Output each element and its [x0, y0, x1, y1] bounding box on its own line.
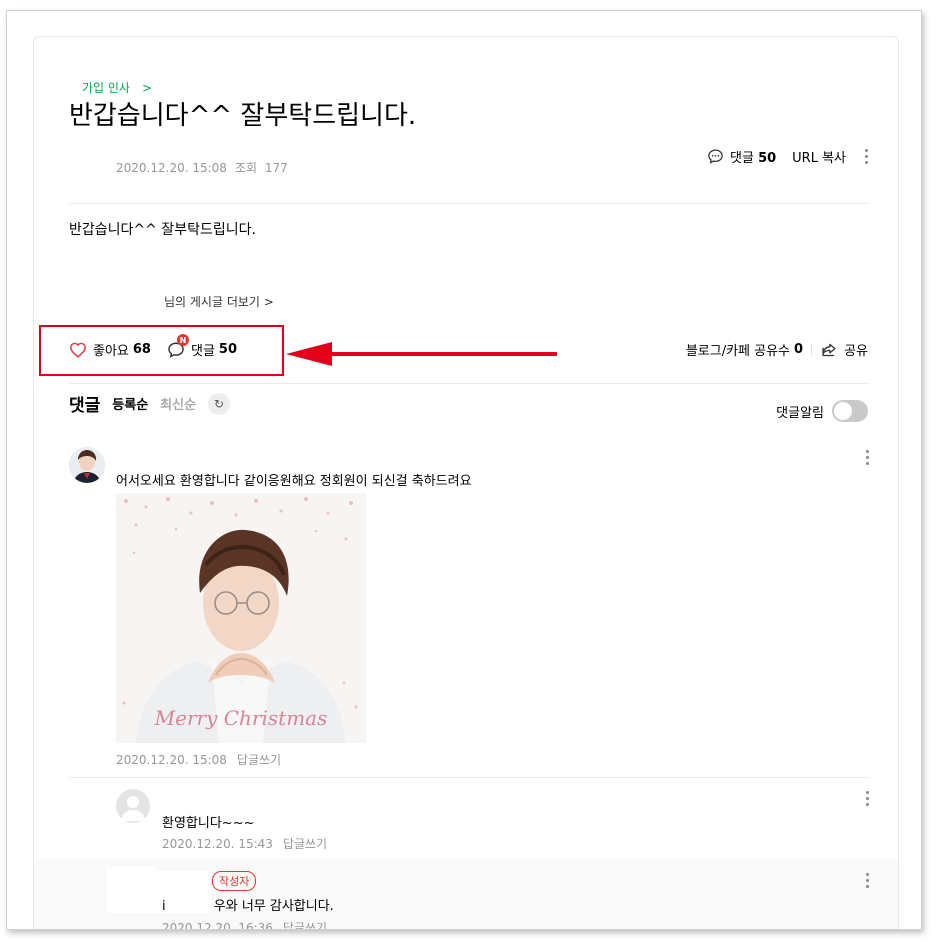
author-badge: 작성자 — [212, 871, 257, 891]
reply-link[interactable]: 답글쓰기 — [237, 753, 281, 767]
comment-prefix: i — [162, 899, 166, 914]
image-caption: Merry Christmas — [154, 706, 328, 730]
share-label[interactable]: 공유 — [844, 340, 868, 359]
comment-more-icon[interactable] — [865, 450, 869, 465]
comment-meta: 2020.12.20. 15:08 답글쓰기 — [116, 751, 281, 768]
comment-bubble-icon — [708, 149, 723, 164]
post-tools: 댓글 50 URL 복사 — [707, 147, 868, 166]
comment-text: 우와 너무 감사합니다. — [213, 899, 334, 914]
views-count: 177 — [264, 161, 288, 175]
window-frame: 가입 인사 > 반갑습니다^^ 잘부탁드립니다. 2020.12.20. 15:0… — [6, 10, 922, 930]
comment-date: 2020.12.20. 16:36 — [162, 921, 273, 930]
default-user-icon — [121, 796, 145, 821]
notify-label: 댓글알림 — [776, 405, 824, 421]
url-copy-button[interactable]: URL 복사 — [792, 147, 846, 166]
comment-meta: 2020.12.20. 16:36 답글쓰기 — [162, 919, 327, 930]
tools-comment-link[interactable]: 댓글 50 — [730, 147, 776, 166]
tools-comment-label[interactable]: 댓글 — [730, 151, 754, 166]
divider — [69, 203, 869, 204]
views-label: 조회 — [234, 161, 258, 175]
comment-text-row: i 우와 너무 감사합니다. — [162, 895, 334, 914]
reply-link[interactable]: 답글쓰기 — [283, 921, 327, 929]
redacted-avatar — [107, 867, 157, 913]
sort-registered-tab[interactable]: 등록순 — [112, 394, 148, 413]
comments-title: 댓글 — [69, 396, 101, 416]
post-title: 반갑습니다^^ 잘부탁드립니다. — [69, 101, 417, 131]
divider — [69, 383, 869, 384]
comment-text: 어서오세요 환영합니다 같이응원해요 정회원이 되신걸 축하드려요 — [116, 474, 472, 489]
comments-header: 댓글 등록순 최신순 ↻ — [69, 391, 231, 416]
share-icon[interactable] — [820, 341, 838, 358]
avatar-photo — [69, 447, 105, 483]
sort-latest-tab[interactable]: 최신순 — [160, 394, 196, 413]
highlight-box — [39, 325, 284, 376]
chevron-right-icon: > — [141, 81, 153, 95]
reply-link[interactable]: 답글쓰기 — [283, 837, 327, 851]
post-meta: 2020.12.20. 15:08 조회 177 — [116, 159, 288, 176]
avatar[interactable] — [69, 447, 105, 483]
category-label[interactable]: 가입 인사 — [82, 81, 130, 95]
more-posts-link[interactable]: 님의 게시글 더보기 > — [164, 293, 274, 310]
comment-date: 2020.12.20. 15:08 — [116, 753, 227, 767]
post-date: 2020.12.20. 15:08 — [116, 161, 227, 175]
notify-toggle[interactable] — [832, 400, 868, 422]
refresh-icon[interactable]: ↻ — [208, 392, 231, 415]
comment-date: 2020.12.20. 15:43 — [162, 837, 273, 851]
category-link[interactable]: 가입 인사 > — [82, 79, 152, 96]
annotation-arrow-icon — [286, 342, 557, 366]
tools-comment-count[interactable]: 50 — [758, 151, 776, 166]
comment-notify: 댓글알림 — [776, 400, 868, 422]
avatar-default[interactable] — [116, 789, 150, 823]
christmas-photo: Merry Christmas — [116, 493, 366, 743]
share-count-label: 블로그/카페 공유수 — [685, 344, 791, 359]
share-bar: 블로그/카페 공유수 0 공유 — [686, 340, 868, 359]
share-count: 0 — [794, 342, 804, 357]
comment-more-icon[interactable] — [865, 873, 869, 888]
share-button[interactable]: 공유 — [820, 340, 868, 359]
comment-more-icon[interactable] — [865, 791, 869, 806]
divider — [69, 777, 869, 778]
comment-image[interactable]: Merry Christmas — [116, 493, 366, 743]
post-card: 가입 인사 > 반갑습니다^^ 잘부탁드립니다. 2020.12.20. 15:0… — [33, 36, 899, 930]
comment-meta: 2020.12.20. 15:43 답글쓰기 — [162, 835, 327, 852]
post-body: 반갑습니다^^ 잘부탁드립니다. — [69, 222, 256, 238]
separator — [811, 344, 813, 355]
comment-text: 환영합니다~~~ — [162, 816, 255, 831]
more-options-icon[interactable] — [864, 149, 868, 164]
